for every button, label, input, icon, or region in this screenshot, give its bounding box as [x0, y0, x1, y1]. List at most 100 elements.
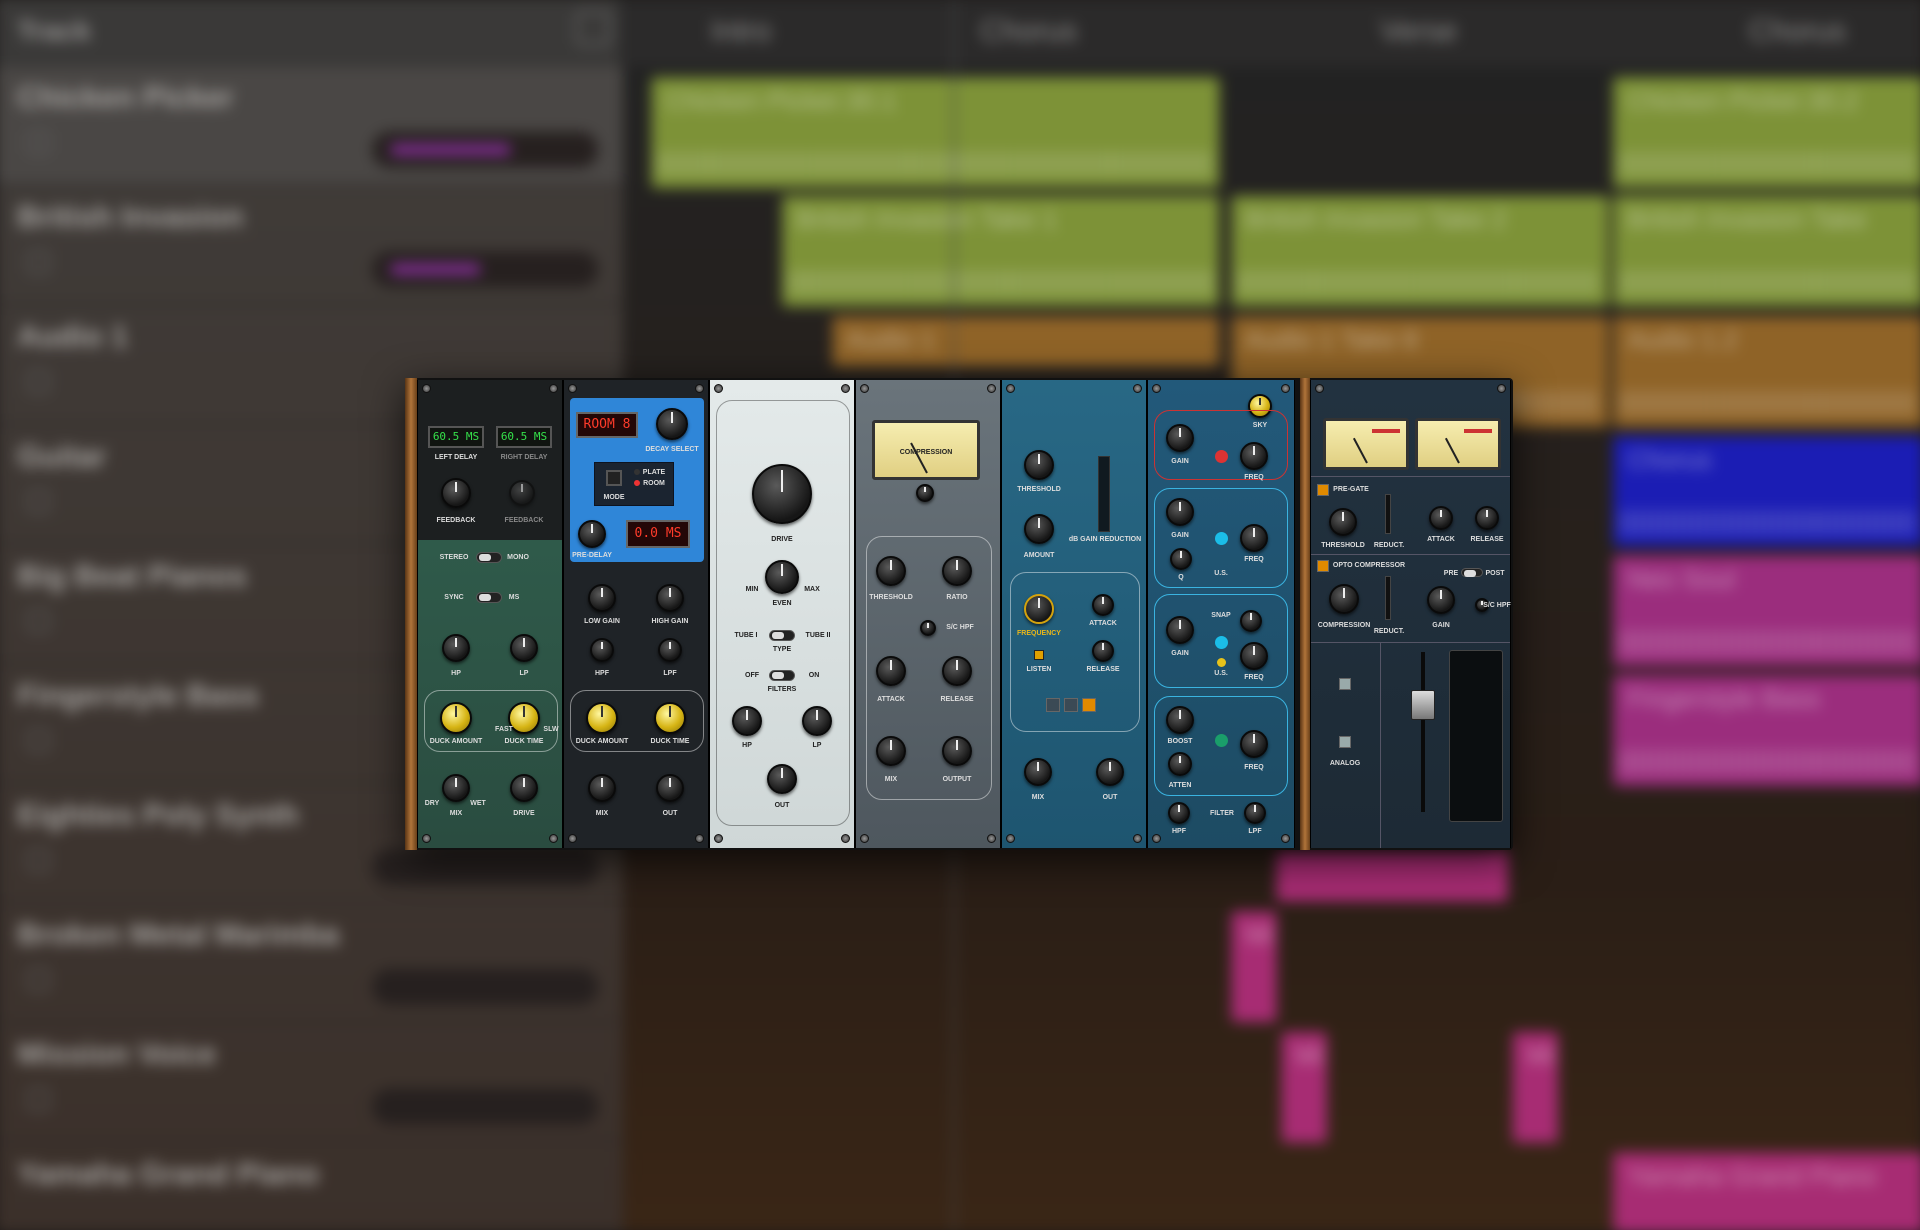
- region[interactable]: Neo Soul: [1613, 555, 1920, 667]
- hi-mid-led[interactable]: [1215, 532, 1228, 545]
- region[interactable]: Audio 1: [832, 316, 1220, 367]
- duck-time-knob[interactable]: [654, 702, 686, 734]
- output-fader[interactable]: [1411, 690, 1435, 720]
- frequency-knob[interactable]: [1024, 594, 1054, 624]
- drive-knob[interactable]: [752, 464, 812, 524]
- volume-slider[interactable]: [372, 1088, 599, 1125]
- attack-knob[interactable]: [1092, 594, 1114, 616]
- region[interactable]: Chicken Picker.30.2: [1613, 77, 1920, 188]
- type-toggle[interactable]: [769, 630, 795, 641]
- pre-delay-knob[interactable]: [578, 520, 606, 548]
- track-row[interactable]: Yamaha Grand Piano: [0, 1144, 623, 1230]
- region[interactable]: Mi: [1231, 911, 1277, 1023]
- filter-mode-1-button[interactable]: [1046, 698, 1060, 712]
- duck-amount-knob[interactable]: [440, 702, 472, 734]
- amount-knob[interactable]: [1024, 514, 1054, 544]
- mute-button[interactable]: [27, 729, 50, 752]
- lp-knob[interactable]: [510, 634, 538, 662]
- gate-release-knob[interactable]: [1475, 506, 1499, 530]
- hp-knob[interactable]: [732, 706, 762, 736]
- mix-knob[interactable]: [588, 774, 616, 802]
- track-row[interactable]: Mission Voice: [0, 1024, 624, 1143]
- filters-toggle[interactable]: [769, 670, 795, 681]
- decay-select-knob[interactable]: [656, 408, 688, 440]
- lo-mid-led[interactable]: [1215, 636, 1228, 649]
- add-track-button[interactable]: [576, 10, 611, 46]
- opto-compressor-button[interactable]: [1317, 560, 1329, 572]
- threshold-knob[interactable]: [1024, 450, 1054, 480]
- region[interactable]: Mi: [1281, 1032, 1327, 1143]
- hpf-knob[interactable]: [590, 638, 614, 662]
- release-knob[interactable]: [1092, 640, 1114, 662]
- region[interactable]: British Invasion Take 1: [782, 195, 1220, 307]
- mute-button[interactable]: [27, 370, 50, 393]
- lpf-knob[interactable]: [658, 638, 682, 662]
- track-row[interactable]: Chicken Picker: [0, 67, 624, 186]
- region[interactable]: British Invasion Take 2: [1231, 195, 1609, 307]
- sync-toggle[interactable]: [476, 592, 502, 603]
- lo-mid-gain-knob[interactable]: [1166, 616, 1194, 644]
- low-band-led[interactable]: [1215, 734, 1228, 747]
- mute-button[interactable]: [27, 609, 50, 633]
- room-display[interactable]: ROOM 8: [576, 412, 638, 438]
- meter-zero-knob[interactable]: [916, 484, 934, 502]
- out-knob[interactable]: [656, 774, 684, 802]
- mix-knob[interactable]: [1024, 758, 1052, 786]
- mode-button[interactable]: [606, 470, 622, 486]
- pre-post-toggle[interactable]: [1461, 568, 1483, 577]
- lo-mid-q-knob[interactable]: [1240, 610, 1262, 632]
- mute-button[interactable]: [27, 968, 50, 991]
- input-button[interactable]: [1339, 678, 1351, 690]
- attack-knob[interactable]: [876, 656, 906, 686]
- region[interactable]: Yamaha Grand Piano: [1613, 1152, 1920, 1230]
- ratio-knob[interactable]: [942, 556, 972, 586]
- filter-mode-2-button[interactable]: [1064, 698, 1078, 712]
- feedback-knob[interactable]: [441, 478, 471, 508]
- region[interactable]: Fingerstyle Bass: [1613, 675, 1920, 786]
- high-gain-knob[interactable]: [1166, 424, 1194, 452]
- region[interactable]: Audio 1.2: [1613, 316, 1920, 428]
- mute-button[interactable]: [27, 131, 50, 154]
- hpf-knob[interactable]: [1168, 802, 1190, 824]
- boost-knob[interactable]: [1166, 706, 1194, 734]
- mix-knob[interactable]: [442, 774, 470, 802]
- filter-mode-3-button[interactable]: [1082, 698, 1096, 712]
- predelay-display[interactable]: 0.0 MS: [626, 520, 690, 548]
- lo-mid-freq-knob[interactable]: [1240, 642, 1268, 670]
- volume-slider[interactable]: [372, 251, 599, 288]
- stereo-mono-toggle[interactable]: [476, 552, 502, 563]
- out-knob[interactable]: [767, 764, 797, 794]
- mute-button[interactable]: [27, 849, 50, 872]
- mute-button[interactable]: [27, 251, 50, 274]
- threshold-knob[interactable]: [876, 556, 906, 586]
- volume-slider[interactable]: [372, 849, 599, 886]
- hi-mid-freq-knob[interactable]: [1240, 524, 1268, 552]
- low-freq-knob[interactable]: [1240, 730, 1268, 758]
- region[interactable]: Mi: [1512, 1032, 1558, 1143]
- left-delay-display[interactable]: 60.5 MS: [428, 426, 484, 448]
- section-marker[interactable]: Intro: [711, 15, 771, 49]
- region[interactable]: Chicken Picker.30.1: [651, 77, 1220, 188]
- drive-knob[interactable]: [510, 774, 538, 802]
- out-knob[interactable]: [1096, 758, 1124, 786]
- hp-knob[interactable]: [442, 634, 470, 662]
- region[interactable]: [1276, 851, 1508, 902]
- high-band-led[interactable]: [1215, 450, 1228, 463]
- section-marker[interactable]: Chorus: [980, 15, 1077, 49]
- lp-knob[interactable]: [802, 706, 832, 736]
- track-row[interactable]: Broken Metal Marimba: [0, 904, 624, 1024]
- region[interactable]: Chorus: [1613, 436, 1920, 547]
- low-gain-knob[interactable]: [588, 584, 616, 612]
- feedback-right-knob[interactable]: [509, 480, 535, 506]
- mute-button[interactable]: [27, 1088, 50, 1111]
- listen-button[interactable]: [1034, 650, 1044, 660]
- high-freq-knob[interactable]: [1240, 442, 1268, 470]
- sc-hpf-knob[interactable]: [920, 620, 936, 636]
- mute-button[interactable]: [27, 490, 50, 513]
- atten-knob[interactable]: [1168, 752, 1192, 776]
- hi-mid-gain-knob[interactable]: [1166, 498, 1194, 526]
- even-knob[interactable]: [765, 560, 799, 594]
- section-marker[interactable]: Chorus: [1749, 15, 1846, 49]
- hi-mid-q-knob[interactable]: [1170, 548, 1192, 570]
- section-marker[interactable]: Verse: [1380, 15, 1457, 49]
